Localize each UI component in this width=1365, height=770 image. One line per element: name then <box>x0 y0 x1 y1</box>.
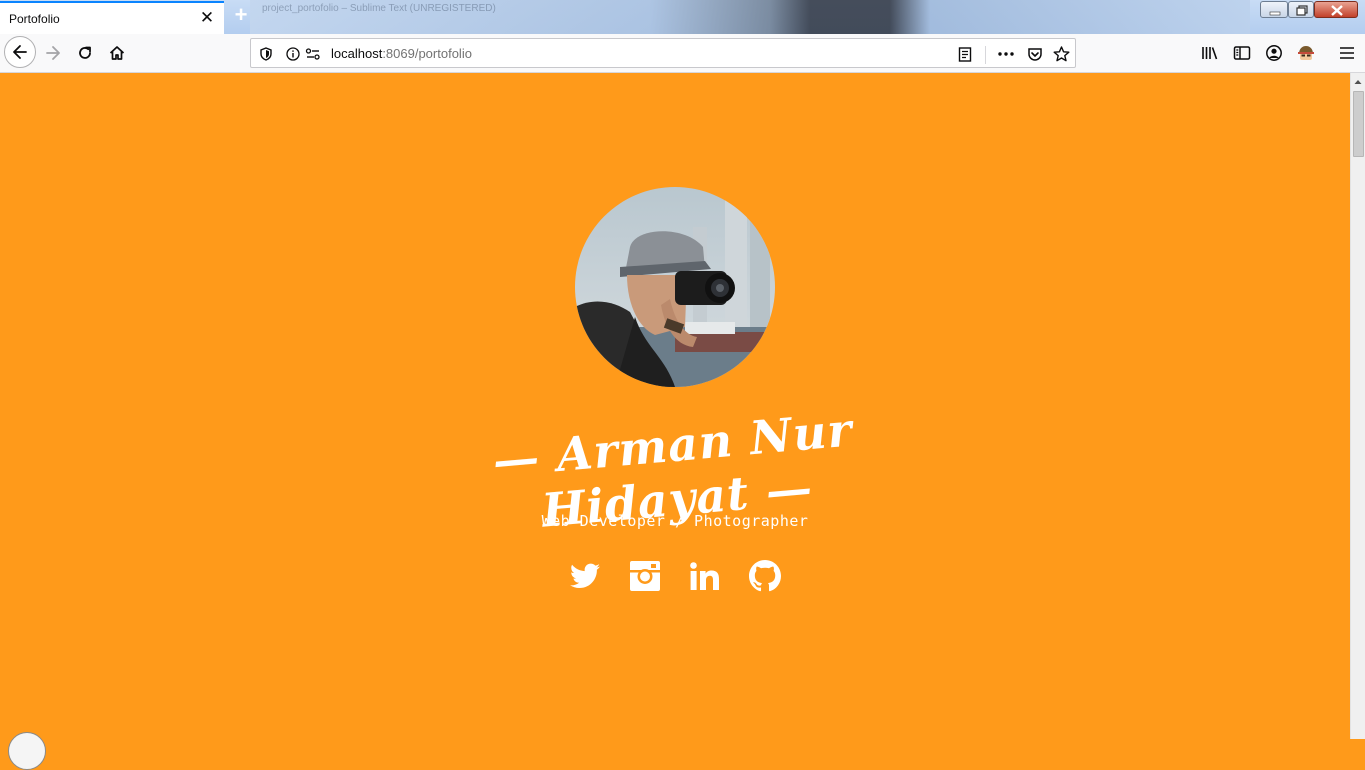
url-path: :8069/portofolio <box>382 46 472 61</box>
restore-icon <box>1296 5 1308 16</box>
scroll-up-arrow-icon[interactable] <box>1351 75 1365 89</box>
minimize-button[interactable] <box>1260 1 1288 18</box>
tracking-shield-icon[interactable] <box>257 45 275 63</box>
back-arrow-icon <box>13 45 27 59</box>
tab-portofolio[interactable]: Portofolio ✕ <box>0 1 224 34</box>
photographer-image <box>575 187 775 387</box>
bookmark-star-icon[interactable] <box>1052 45 1070 63</box>
home-icon <box>109 46 125 60</box>
forward-arrow-icon <box>46 46 60 60</box>
forward-button[interactable] <box>38 38 68 68</box>
sidebar-button[interactable] <box>1227 38 1257 68</box>
portfolio-page: — Arman Nur Hidayat — Web Developer / Ph… <box>0 73 1350 739</box>
linkedin-link[interactable] <box>687 558 723 594</box>
account-icon <box>1266 45 1282 61</box>
tab-close-icon[interactable]: ✕ <box>198 9 216 27</box>
profile-photo <box>575 187 775 387</box>
twitter-icon <box>570 563 600 588</box>
site-info-icon[interactable] <box>284 45 302 63</box>
url-separator <box>985 46 986 64</box>
scroll-thumb[interactable] <box>1353 91 1364 157</box>
social-links <box>565 558 795 594</box>
permissions-icon[interactable] <box>304 45 322 63</box>
twitter-link[interactable] <box>567 558 603 594</box>
extension-button[interactable] <box>1291 38 1321 68</box>
github-link[interactable] <box>747 558 783 594</box>
profile-subtitle: Web Developer / Photographer <box>541 512 809 530</box>
reader-view-icon[interactable] <box>956 45 974 63</box>
github-icon <box>749 560 781 592</box>
tab-title: Portofolio <box>9 12 60 26</box>
reload-button[interactable] <box>70 38 100 68</box>
new-tab-button[interactable]: + <box>230 4 252 27</box>
account-button[interactable] <box>1259 38 1289 68</box>
menu-button[interactable] <box>1332 38 1362 68</box>
url-bar[interactable]: localhost:8069/portofolio <box>250 38 1076 68</box>
back-button[interactable] <box>4 36 36 68</box>
close-icon <box>1331 5 1343 16</box>
sidebar-icon <box>1233 46 1251 60</box>
hamburger-menu-icon <box>1340 47 1354 59</box>
reload-icon <box>79 46 91 59</box>
pocket-icon[interactable] <box>1026 45 1044 63</box>
close-window-button[interactable] <box>1314 1 1358 18</box>
extension-avatar-icon <box>1298 46 1314 60</box>
linkedin-icon <box>690 562 719 590</box>
instagram-link[interactable] <box>627 558 663 594</box>
tab-strip: project_portofolio – Sublime Text (UNREG… <box>0 0 1365 34</box>
library-button[interactable] <box>1195 38 1225 68</box>
navigation-toolbar: localhost:8069/portofolio <box>0 34 1365 73</box>
library-icon <box>1202 47 1218 60</box>
home-button[interactable] <box>102 38 132 68</box>
instagram-icon <box>630 561 660 591</box>
minimize-icon <box>1269 11 1281 16</box>
maximize-button[interactable] <box>1288 1 1314 18</box>
background-window-title: project_portofolio – Sublime Text (UNREG… <box>262 3 496 14</box>
page-actions-icon[interactable] <box>997 45 1015 63</box>
corner-widget[interactable] <box>8 732 46 770</box>
url-text[interactable]: localhost:8069/portofolio <box>331 46 472 61</box>
url-host: localhost <box>331 46 383 61</box>
vertical-scrollbar[interactable] <box>1350 73 1365 739</box>
